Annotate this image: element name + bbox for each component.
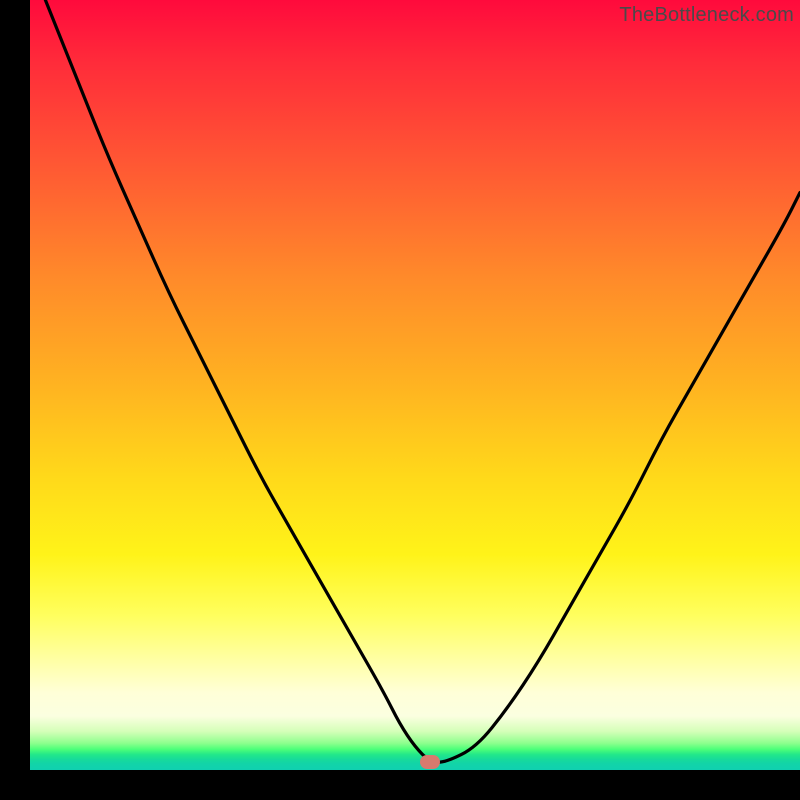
plot-area: TheBottleneck.com [30,0,800,770]
bottleneck-curve [30,0,800,770]
optimal-marker [420,755,440,769]
chart-frame: TheBottleneck.com [0,0,800,800]
watermark-text: TheBottleneck.com [619,4,794,27]
